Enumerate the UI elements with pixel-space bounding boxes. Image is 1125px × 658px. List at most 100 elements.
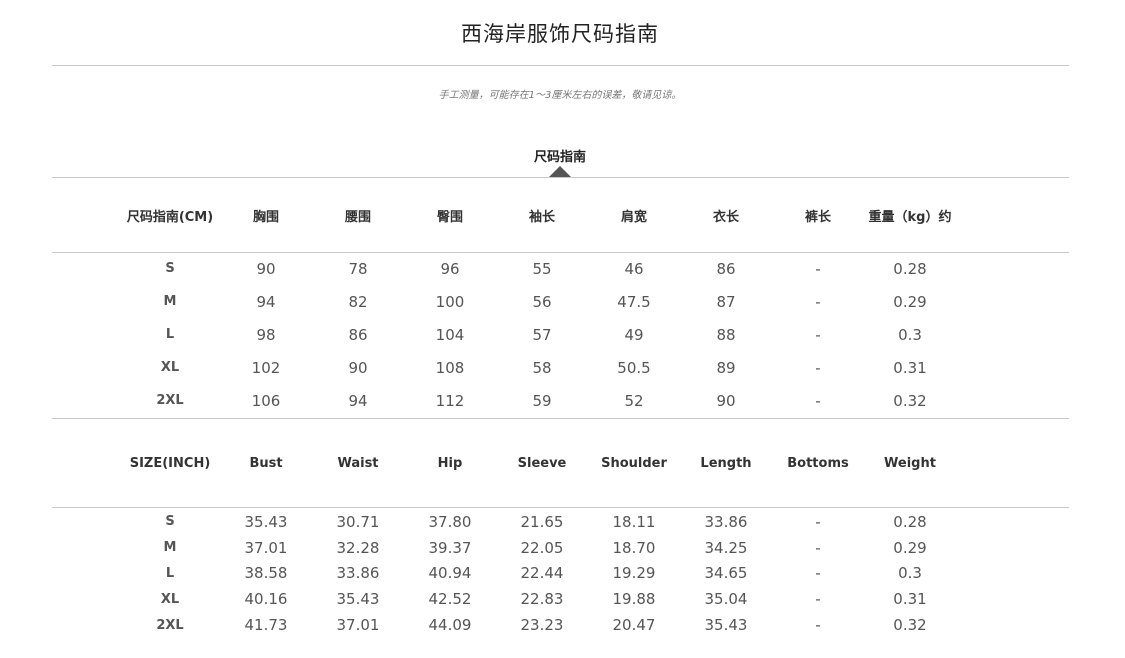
table-cell: 39.37 <box>428 538 472 557</box>
column-header: Bottoms <box>787 455 849 471</box>
table-cell: 0.31 <box>893 590 927 609</box>
table-row: L 38.58 33.86 40.94 22.44 19.29 34.65 - 0.3 <box>120 561 956 587</box>
table-cell: 32.28 <box>336 538 380 557</box>
cm-table-header: 尺码指南(CM) 胸围 腰围 臀围 袖长 肩宽 衣长 裤长 重量（kg）约 <box>120 178 956 252</box>
table-header-row: 尺码指南(CM) 胸围 腰围 臀围 袖长 肩宽 衣长 裤长 重量（kg）约 <box>120 178 956 252</box>
table-cell: 37.01 <box>336 616 380 635</box>
size-label: M <box>163 294 177 309</box>
table-cell: 55 <box>532 259 552 278</box>
table-cell: 35.43 <box>704 616 748 635</box>
table-cell: 46 <box>624 259 644 278</box>
table-cell: 22.44 <box>520 564 564 583</box>
table-cell: 57 <box>532 325 552 344</box>
section-label: 尺码指南 <box>533 150 586 165</box>
table-cell: 33.86 <box>336 564 380 583</box>
table-cell: 88 <box>716 325 736 344</box>
table-cell: 18.70 <box>612 538 656 557</box>
size-label: S <box>165 514 175 530</box>
table-cell: 78 <box>348 259 368 278</box>
table-cell: 56 <box>532 292 552 311</box>
table-cell: - <box>815 538 821 557</box>
table-cell: 94 <box>348 391 368 410</box>
table-cell: 0.32 <box>893 391 927 410</box>
table-cell: - <box>815 512 821 531</box>
table-cell: 35.43 <box>336 590 380 609</box>
table-cell: 34.65 <box>704 564 748 583</box>
table-cell: 40.94 <box>428 564 472 583</box>
table-cell: 98 <box>256 325 276 344</box>
table-cell: 58 <box>532 358 552 377</box>
table-cell: 82 <box>348 292 368 311</box>
column-header: 重量（kg）约 <box>868 209 952 225</box>
column-header: Bust <box>249 455 283 471</box>
table-cell: 23.23 <box>520 616 564 635</box>
table-cell: 34.25 <box>704 538 748 557</box>
table-cell: 59 <box>532 391 552 410</box>
table-cell: - <box>815 616 821 635</box>
table-cell: 94 <box>256 292 276 311</box>
table-cell: - <box>815 590 821 609</box>
size-label: L <box>165 565 175 581</box>
table-cell: 19.29 <box>612 564 656 583</box>
table-cell: - <box>815 358 821 377</box>
column-header: 腰围 <box>344 209 371 225</box>
table-cell: - <box>815 564 821 583</box>
column-header: Hip <box>437 455 463 471</box>
size-label: L <box>165 327 175 342</box>
column-header: 裤长 <box>804 209 831 225</box>
table-cell: 49 <box>624 325 644 344</box>
cm-table: S 90 78 96 55 46 86 - 0.28 M 94 82 100 56 47.5 87 - 0.29 L… <box>120 252 956 417</box>
table-cell: 0.3 <box>898 564 922 583</box>
size-label: S <box>165 261 175 276</box>
column-header: 肩宽 <box>620 209 647 225</box>
table-cell: 38.58 <box>244 564 288 583</box>
table-cell: 37.80 <box>428 512 472 531</box>
size-label: M <box>163 540 177 556</box>
size-label: 2XL <box>156 393 184 408</box>
table-cell: 35.43 <box>244 512 288 531</box>
table-cell: 0.28 <box>893 512 927 531</box>
table-header-row: SIZE(INCH) Bust Waist Hip Sleeve Shoulder Leng… <box>120 419 956 507</box>
column-header: 衣长 <box>712 209 739 225</box>
column-header: Shoulder <box>601 455 667 471</box>
table-row: L 98 86 104 57 49 88 - 0.3 <box>120 318 956 351</box>
table-cell: 30.71 <box>336 512 380 531</box>
table-cell: 90 <box>256 259 276 278</box>
table-row: XL 40.16 35.43 42.52 22.83 19.88 35.04 - 0.31 <box>120 586 956 612</box>
table-cell: 35.04 <box>704 590 748 609</box>
table-cell: 108 <box>435 358 465 377</box>
table-cell: 104 <box>435 325 465 344</box>
column-header: 尺码指南(CM) <box>126 209 214 225</box>
table-cell: 0.31 <box>893 358 927 377</box>
table-cell: 21.65 <box>520 512 564 531</box>
section-arrow-icon <box>549 166 571 177</box>
table-cell: 47.5 <box>617 292 651 311</box>
table-cell: 42.52 <box>428 590 472 609</box>
table-cell: 20.47 <box>612 616 656 635</box>
size-label: XL <box>160 360 180 375</box>
table-cell: 50.5 <box>617 358 651 377</box>
table-cell: 52 <box>624 391 644 410</box>
size-label: 2XL <box>156 617 184 633</box>
table-cell: 86 <box>348 325 368 344</box>
table-cell: - <box>815 391 821 410</box>
table-cell: 100 <box>435 292 465 311</box>
table-cell: 102 <box>251 358 281 377</box>
column-header: Waist <box>337 455 379 471</box>
table-row: M 37.01 32.28 39.37 22.05 18.70 34.25 - 0.29 <box>120 535 956 561</box>
column-header: Weight <box>884 455 936 471</box>
table-cell: 106 <box>251 391 281 410</box>
table-cell: 112 <box>435 391 465 410</box>
table-cell: 22.83 <box>520 590 564 609</box>
table-cell: 86 <box>716 259 736 278</box>
table-cell: - <box>815 259 821 278</box>
table-cell: 0.32 <box>893 616 927 635</box>
table-cell: 0.29 <box>893 292 927 311</box>
table-row: S 90 78 96 55 46 86 - 0.28 <box>120 252 956 285</box>
table-row: S 35.43 30.71 37.80 21.65 18.11 33.86 - 0.28 <box>120 509 956 535</box>
column-header: 胸围 <box>252 209 279 225</box>
table-cell: 90 <box>716 391 736 410</box>
column-header: 袖长 <box>528 209 555 225</box>
table-cell: 41.73 <box>244 616 288 635</box>
size-label: XL <box>160 591 180 607</box>
